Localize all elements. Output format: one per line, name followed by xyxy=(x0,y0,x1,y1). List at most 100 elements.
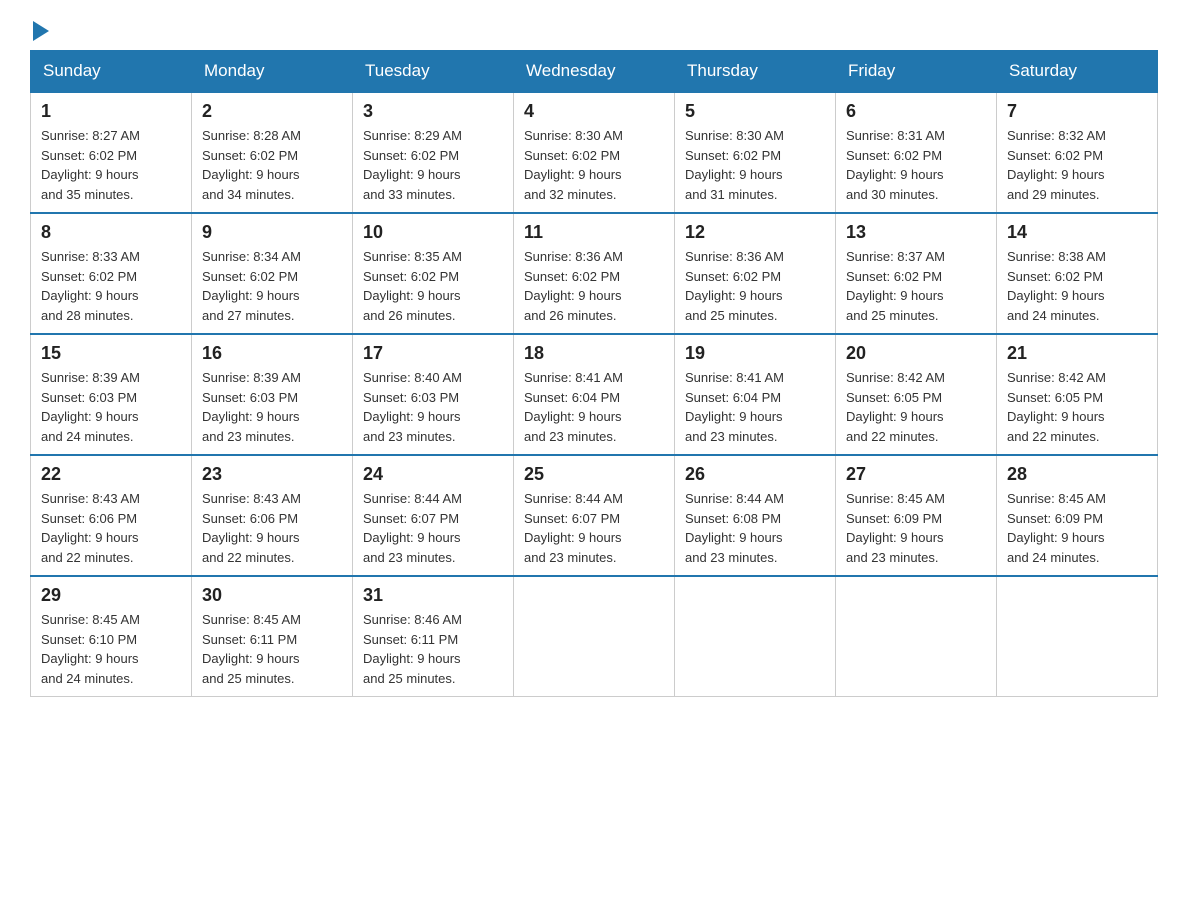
calendar-cell: 6Sunrise: 8:31 AMSunset: 6:02 PMDaylight… xyxy=(836,92,997,213)
day-number: 4 xyxy=(524,101,664,122)
day-number: 17 xyxy=(363,343,503,364)
day-info: Sunrise: 8:44 AMSunset: 6:07 PMDaylight:… xyxy=(363,489,503,567)
day-info: Sunrise: 8:36 AMSunset: 6:02 PMDaylight:… xyxy=(524,247,664,325)
day-number: 1 xyxy=(41,101,181,122)
day-number: 20 xyxy=(846,343,986,364)
calendar-cell: 26 Sunrise: 8:44 AMSunset: 6:08 PMDayligh… xyxy=(675,455,836,576)
logo-arrow-icon xyxy=(33,21,49,41)
calendar-cell: 28 Sunrise: 8:45 AMSunset: 6:09 PMDayligh… xyxy=(997,455,1158,576)
logo xyxy=(30,20,49,40)
day-info: Sunrise: 8:41 AMSunset: 6:04 PMDaylight:… xyxy=(524,368,664,446)
day-number: 22 xyxy=(41,464,181,485)
calendar-cell: 30Sunrise: 8:45 AMSunset: 6:11 PMDayligh… xyxy=(192,576,353,697)
day-number: 5 xyxy=(685,101,825,122)
day-number: 10 xyxy=(363,222,503,243)
weekday-header-wednesday: Wednesday xyxy=(514,51,675,93)
day-number: 8 xyxy=(41,222,181,243)
day-info: Sunrise: 8:36 AMSunset: 6:02 PMDaylight:… xyxy=(685,247,825,325)
day-info: Sunrise: 8:27 AMSunset: 6:02 PMDaylight:… xyxy=(41,126,181,204)
calendar-cell: 31 Sunrise: 8:46 AMSunset: 6:11 PMDayligh… xyxy=(353,576,514,697)
day-info: Sunrise: 8:28 AMSunset: 6:02 PMDaylight:… xyxy=(202,126,342,204)
day-info: Sunrise: 8:45 AMSunset: 6:10 PMDaylight:… xyxy=(41,610,181,688)
day-info: Sunrise: 8:30 AMSunset: 6:02 PMDaylight:… xyxy=(524,126,664,204)
day-number: 13 xyxy=(846,222,986,243)
day-number: 25 xyxy=(524,464,664,485)
day-number: 15 xyxy=(41,343,181,364)
day-number: 27 xyxy=(846,464,986,485)
day-number: 30 xyxy=(202,585,342,606)
day-number: 16 xyxy=(202,343,342,364)
calendar-cell xyxy=(514,576,675,697)
calendar-week-5: 29 Sunrise: 8:45 AMSunset: 6:10 PMDayligh… xyxy=(31,576,1158,697)
calendar-cell: 8Sunrise: 8:33 AMSunset: 6:02 PMDaylight… xyxy=(31,213,192,334)
calendar-table: SundayMondayTuesdayWednesdayThursdayFrid… xyxy=(30,50,1158,697)
day-info: Sunrise: 8:39 AMSunset: 6:03 PMDaylight:… xyxy=(41,368,181,446)
calendar-week-3: 15 Sunrise: 8:39 AMSunset: 6:03 PMDayligh… xyxy=(31,334,1158,455)
day-info: Sunrise: 8:45 AMSunset: 6:09 PMDaylight:… xyxy=(1007,489,1147,567)
calendar-cell: 11 Sunrise: 8:36 AMSunset: 6:02 PMDayligh… xyxy=(514,213,675,334)
day-number: 21 xyxy=(1007,343,1147,364)
logo-line2 xyxy=(30,20,49,40)
day-number: 19 xyxy=(685,343,825,364)
calendar-cell: 21 Sunrise: 8:42 AMSunset: 6:05 PMDayligh… xyxy=(997,334,1158,455)
calendar-cell: 25 Sunrise: 8:44 AMSunset: 6:07 PMDayligh… xyxy=(514,455,675,576)
calendar-cell: 1 Sunrise: 8:27 AMSunset: 6:02 PMDaylight… xyxy=(31,92,192,213)
day-info: Sunrise: 8:34 AMSunset: 6:02 PMDaylight:… xyxy=(202,247,342,325)
calendar-week-1: 1 Sunrise: 8:27 AMSunset: 6:02 PMDaylight… xyxy=(31,92,1158,213)
calendar-cell: 17 Sunrise: 8:40 AMSunset: 6:03 PMDayligh… xyxy=(353,334,514,455)
day-info: Sunrise: 8:44 AMSunset: 6:07 PMDaylight:… xyxy=(524,489,664,567)
day-number: 23 xyxy=(202,464,342,485)
calendar-cell: 18 Sunrise: 8:41 AMSunset: 6:04 PMDayligh… xyxy=(514,334,675,455)
day-number: 9 xyxy=(202,222,342,243)
day-number: 7 xyxy=(1007,101,1147,122)
calendar-cell: 7 Sunrise: 8:32 AMSunset: 6:02 PMDaylight… xyxy=(997,92,1158,213)
calendar-cell: 16Sunrise: 8:39 AMSunset: 6:03 PMDayligh… xyxy=(192,334,353,455)
day-number: 31 xyxy=(363,585,503,606)
weekday-header-row: SundayMondayTuesdayWednesdayThursdayFrid… xyxy=(31,51,1158,93)
day-info: Sunrise: 8:42 AMSunset: 6:05 PMDaylight:… xyxy=(846,368,986,446)
day-info: Sunrise: 8:42 AMSunset: 6:05 PMDaylight:… xyxy=(1007,368,1147,446)
calendar-cell: 5 Sunrise: 8:30 AMSunset: 6:02 PMDaylight… xyxy=(675,92,836,213)
day-number: 26 xyxy=(685,464,825,485)
day-number: 18 xyxy=(524,343,664,364)
calendar-cell: 3 Sunrise: 8:29 AMSunset: 6:02 PMDaylight… xyxy=(353,92,514,213)
calendar-cell: 23 Sunrise: 8:43 AMSunset: 6:06 PMDayligh… xyxy=(192,455,353,576)
day-number: 2 xyxy=(202,101,342,122)
calendar-cell xyxy=(836,576,997,697)
weekday-header-monday: Monday xyxy=(192,51,353,93)
calendar-cell: 24 Sunrise: 8:44 AMSunset: 6:07 PMDayligh… xyxy=(353,455,514,576)
day-info: Sunrise: 8:43 AMSunset: 6:06 PMDaylight:… xyxy=(41,489,181,567)
day-info: Sunrise: 8:46 AMSunset: 6:11 PMDaylight:… xyxy=(363,610,503,688)
day-info: Sunrise: 8:44 AMSunset: 6:08 PMDaylight:… xyxy=(685,489,825,567)
calendar-cell: 15 Sunrise: 8:39 AMSunset: 6:03 PMDayligh… xyxy=(31,334,192,455)
calendar-cell: 29 Sunrise: 8:45 AMSunset: 6:10 PMDayligh… xyxy=(31,576,192,697)
calendar-cell: 19 Sunrise: 8:41 AMSunset: 6:04 PMDayligh… xyxy=(675,334,836,455)
day-info: Sunrise: 8:32 AMSunset: 6:02 PMDaylight:… xyxy=(1007,126,1147,204)
day-number: 6 xyxy=(846,101,986,122)
day-info: Sunrise: 8:35 AMSunset: 6:02 PMDaylight:… xyxy=(363,247,503,325)
calendar-cell: 10 Sunrise: 8:35 AMSunset: 6:02 PMDayligh… xyxy=(353,213,514,334)
calendar-week-2: 8Sunrise: 8:33 AMSunset: 6:02 PMDaylight… xyxy=(31,213,1158,334)
day-info: Sunrise: 8:43 AMSunset: 6:06 PMDaylight:… xyxy=(202,489,342,567)
weekday-header-saturday: Saturday xyxy=(997,51,1158,93)
day-number: 12 xyxy=(685,222,825,243)
calendar-cell: 20 Sunrise: 8:42 AMSunset: 6:05 PMDayligh… xyxy=(836,334,997,455)
day-number: 11 xyxy=(524,222,664,243)
calendar-cell: 12 Sunrise: 8:36 AMSunset: 6:02 PMDayligh… xyxy=(675,213,836,334)
day-info: Sunrise: 8:29 AMSunset: 6:02 PMDaylight:… xyxy=(363,126,503,204)
page-header xyxy=(30,20,1158,40)
calendar-cell: 13Sunrise: 8:37 AMSunset: 6:02 PMDayligh… xyxy=(836,213,997,334)
day-info: Sunrise: 8:30 AMSunset: 6:02 PMDaylight:… xyxy=(685,126,825,204)
calendar-cell xyxy=(675,576,836,697)
calendar-cell xyxy=(997,576,1158,697)
calendar-cell: 2 Sunrise: 8:28 AMSunset: 6:02 PMDaylight… xyxy=(192,92,353,213)
calendar-cell: 14Sunrise: 8:38 AMSunset: 6:02 PMDayligh… xyxy=(997,213,1158,334)
day-number: 28 xyxy=(1007,464,1147,485)
day-number: 29 xyxy=(41,585,181,606)
day-number: 24 xyxy=(363,464,503,485)
day-info: Sunrise: 8:45 AMSunset: 6:09 PMDaylight:… xyxy=(846,489,986,567)
weekday-header-friday: Friday xyxy=(836,51,997,93)
day-info: Sunrise: 8:41 AMSunset: 6:04 PMDaylight:… xyxy=(685,368,825,446)
day-info: Sunrise: 8:40 AMSunset: 6:03 PMDaylight:… xyxy=(363,368,503,446)
day-number: 3 xyxy=(363,101,503,122)
